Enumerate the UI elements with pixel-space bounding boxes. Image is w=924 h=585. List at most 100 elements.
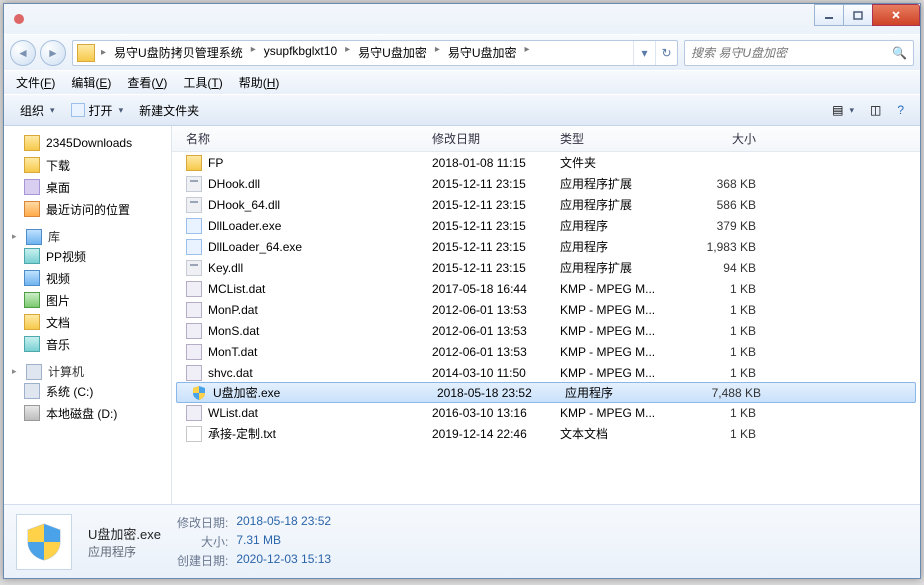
forward-button[interactable]: ► (40, 40, 66, 66)
search-input[interactable] (691, 46, 892, 60)
menu-t[interactable]: 工具(T) (175, 72, 230, 93)
file-date: 2015-12-11 23:15 (432, 177, 560, 191)
file-row[interactable]: 承接-定制.txt2019-12-14 22:46文本文档1 KB (172, 423, 920, 444)
file-type: 文件夹 (560, 154, 680, 171)
view-icon: ▤ (832, 103, 843, 117)
file-row[interactable]: WList.dat2016-03-10 13:16KMP - MPEG M...… (172, 402, 920, 423)
file-row[interactable]: U盘加密.exe2018-05-18 23:52应用程序7,488 KB (176, 382, 916, 403)
sidebar-item[interactable]: 桌面 (4, 176, 171, 198)
file-name: DllLoader.exe (208, 219, 281, 233)
file-list[interactable]: FP2018-01-08 11:15文件夹 DHook.dll 2015-12-11… (172, 152, 920, 504)
col-type[interactable]: 类型 (560, 130, 680, 147)
view-options-button[interactable]: ▤ (824, 100, 862, 120)
chevron-right-icon[interactable]: ▸ (343, 44, 352, 61)
sidebar-item-icon (24, 179, 40, 195)
sidebar-item[interactable]: 文档 (4, 311, 171, 333)
close-button[interactable] (872, 4, 920, 26)
file-row[interactable]: FP2018-01-08 11:15文件夹 (172, 152, 920, 173)
file-name: 承接-定制.txt (208, 425, 276, 442)
sidebar-item[interactable]: 音乐 (4, 333, 171, 355)
search-box[interactable]: 🔍 (684, 40, 914, 66)
file-row[interactable]: shvc.dat2014-03-10 11:50KMP - MPEG M...1… (172, 362, 920, 383)
file-size: 1,983 KB (680, 240, 770, 254)
sidebar-item-icon (24, 292, 40, 308)
file-icon (186, 197, 202, 213)
file-row[interactable]: MCList.dat2017-05-18 16:44KMP - MPEG M..… (172, 278, 920, 299)
chevron-right-icon[interactable]: ▸ (523, 44, 532, 61)
breadcrumb-item[interactable]: 易守U盘防拷贝管理系统 (108, 44, 249, 61)
sidebar-section-libraries[interactable]: ▸库 (4, 228, 171, 245)
maximize-button[interactable] (843, 4, 873, 26)
file-icon (186, 426, 202, 442)
refresh-button[interactable]: ↻ (655, 41, 677, 65)
file-name: DHook.dll (208, 177, 260, 191)
file-size: 1 KB (680, 303, 770, 317)
search-icon[interactable]: 🔍 (892, 46, 907, 60)
prop-value: 2020-12-03 15:13 (236, 552, 331, 569)
help-button[interactable]: ? (889, 100, 912, 120)
sidebar-item[interactable]: 视频 (4, 267, 171, 289)
sidebar-section-computer[interactable]: ▸计算机 (4, 363, 171, 380)
file-icon (186, 344, 202, 360)
breadcrumb[interactable]: ▸ 易守U盘防拷贝管理系统▸ysupfkbglxt10▸易守U盘加密▸易守U盘加… (72, 40, 678, 66)
sidebar-item[interactable]: 系统 (C:) (4, 380, 171, 402)
file-type: 应用程序 (560, 217, 680, 234)
organize-menu[interactable]: 组织 (12, 99, 63, 122)
sidebar-item[interactable]: 2345Downloads (4, 132, 171, 154)
open-button[interactable]: 打开 (63, 99, 132, 122)
menu-f[interactable]: 文件(F) (8, 72, 63, 93)
file-icon (186, 239, 202, 255)
sidebar-item[interactable]: 本地磁盘 (D:) (4, 402, 171, 424)
file-name: shvc.dat (208, 366, 253, 380)
file-icon (186, 176, 202, 192)
file-name: WList.dat (208, 406, 258, 420)
file-date: 2012-06-01 13:53 (432, 303, 560, 317)
chevron-right-icon[interactable]: ▸ (249, 44, 258, 61)
sidebar-item[interactable]: 下载 (4, 154, 171, 176)
file-date: 2015-12-11 23:15 (432, 240, 560, 254)
file-row[interactable]: DllLoader.exe2015-12-11 23:15应用程序379 KB (172, 215, 920, 236)
file-size: 1 KB (680, 366, 770, 380)
file-row[interactable]: DllLoader_64.exe2015-12-11 23:15应用程序1,98… (172, 236, 920, 257)
breadcrumb-dropdown[interactable]: ▾ (633, 41, 655, 65)
file-type: KMP - MPEG M... (560, 366, 680, 380)
column-headers[interactable]: 名称 修改日期 类型 大小 (172, 126, 920, 152)
sidebar-item-label: 文档 (46, 314, 70, 331)
menu-h[interactable]: 帮助(H) (231, 72, 288, 93)
file-type: 应用程序 (560, 238, 680, 255)
minimize-button[interactable] (814, 4, 844, 26)
chevron-right-icon[interactable]: ▸ (99, 47, 108, 58)
file-row[interactable]: DHook_64.dll2015-12-11 23:15应用程序扩展586 KB (172, 194, 920, 215)
file-date: 2015-12-11 23:15 (432, 198, 560, 212)
chevron-right-icon[interactable]: ▸ (433, 44, 442, 61)
sidebar-item-label: 桌面 (46, 179, 70, 196)
back-button[interactable]: ◄ (10, 40, 36, 66)
sidebar-item[interactable]: PP视频 (4, 245, 171, 267)
details-filename: U盘加密.exe (88, 524, 161, 543)
file-date: 2018-05-18 23:52 (437, 386, 565, 400)
file-row[interactable]: MonT.dat2012-06-01 13:53KMP - MPEG M...1… (172, 341, 920, 362)
new-folder-button[interactable]: 新建文件夹 (131, 99, 207, 122)
file-row[interactable]: Key.dll2015-12-11 23:15应用程序扩展94 KB (172, 257, 920, 278)
menu-e[interactable]: 编辑(E) (63, 72, 119, 93)
file-name: DHook_64.dll (208, 198, 280, 212)
menu-v[interactable]: 查看(V) (119, 72, 175, 93)
file-row[interactable]: DHook.dll2015-12-11 23:15应用程序扩展368 KB (172, 173, 920, 194)
file-date: 2015-12-11 23:15 (432, 261, 560, 275)
col-size[interactable]: 大小 (680, 130, 770, 147)
prop-value: 7.31 MB (236, 533, 331, 550)
sidebar-item-icon (24, 336, 40, 352)
col-name[interactable]: 名称 (172, 130, 432, 147)
sidebar-item[interactable]: 图片 (4, 289, 171, 311)
breadcrumb-item[interactable]: 易守U盘加密 (442, 44, 523, 61)
file-row[interactable]: MonP.dat2012-06-01 13:53KMP - MPEG M...1… (172, 299, 920, 320)
sidebar-item-icon (24, 314, 40, 330)
breadcrumb-item[interactable]: ysupfkbglxt10 (258, 44, 343, 58)
file-row[interactable]: MonS.dat2012-06-01 13:53KMP - MPEG M...1… (172, 320, 920, 341)
preview-pane-button[interactable]: ◫ (862, 100, 889, 120)
titlebar[interactable] (4, 4, 920, 34)
sidebar-item-label: 视频 (46, 270, 70, 287)
breadcrumb-item[interactable]: 易守U盘加密 (352, 44, 433, 61)
sidebar-item[interactable]: 最近访问的位置 (4, 198, 171, 220)
col-date[interactable]: 修改日期 (432, 130, 560, 147)
